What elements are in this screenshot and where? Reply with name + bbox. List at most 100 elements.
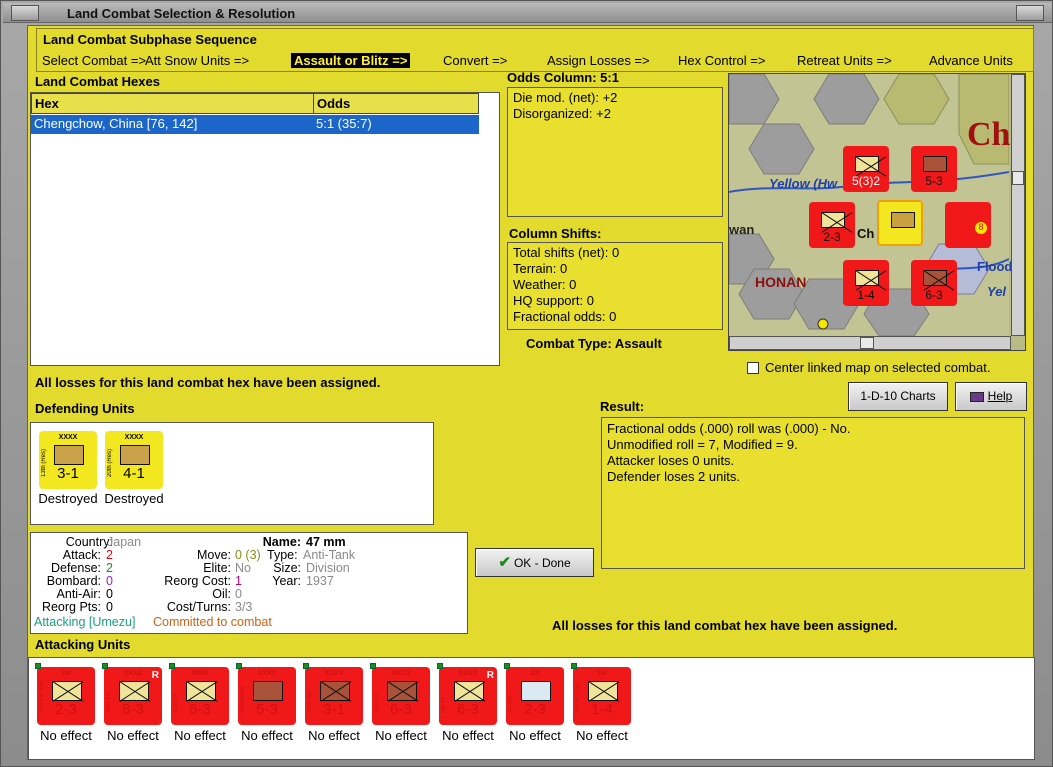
map-hscroll-thumb[interactable] <box>860 337 874 349</box>
attacker-size: XXXX <box>190 670 210 677</box>
attacker-counter[interactable]: XXXX 29th Gar 3-1 <box>303 663 363 725</box>
map-yel-label: Yel <box>987 284 1007 299</box>
window-menu-icon[interactable] <box>11 5 39 21</box>
main-panel: Land Combat Subphase Sequence Select Com… <box>27 25 1035 760</box>
phase-step[interactable]: Assault or Blitz => <box>291 53 411 68</box>
center-map-label: Center linked map on selected combat. <box>765 360 991 375</box>
attacking-units-box: XX 2nd Ind Bde 2-3 No effect XXXX 25th Inf R 8-… <box>28 657 1035 760</box>
map-wan-label: wan <box>729 222 755 237</box>
map-defender-counter[interactable] <box>877 200 923 246</box>
odds-cell: 5:1 (35:7) <box>316 116 372 131</box>
map-horizontal-scrollbar[interactable] <box>729 336 1011 350</box>
attacking-heading: Attacking Units <box>35 637 131 652</box>
window-title: Land Combat Selection & Resolution <box>67 6 296 21</box>
status-dot <box>303 663 309 669</box>
attacker-values: 6-3 <box>390 701 412 718</box>
attacker-values: 1-4 <box>591 701 613 718</box>
status-dot <box>169 663 175 669</box>
phase-step[interactable]: Att Snow Units => <box>145 53 249 68</box>
status-dot <box>571 663 577 669</box>
checkmark-icon: ✔ <box>498 554 511 571</box>
map-city-label: Ch <box>857 226 875 241</box>
odds-column-header[interactable]: Odds <box>313 93 479 114</box>
info-attacking-status: Attacking [Umezu] <box>34 615 136 629</box>
info-year-label: Year: <box>272 574 301 588</box>
phase-step[interactable]: Convert => <box>443 53 507 68</box>
ok-done-button[interactable]: ✔ OK - Done <box>475 548 594 577</box>
reserve-marker: R <box>151 670 159 681</box>
defender-status: Destroyed <box>104 491 164 506</box>
unit-type-symbol <box>521 681 551 701</box>
result-line: Defender loses 2 units. <box>607 469 740 484</box>
attacker-values: 8-3 <box>122 701 144 718</box>
window-close-icon[interactable] <box>1016 5 1044 21</box>
attacker-values: 3-1 <box>323 701 345 718</box>
unit-type-symbol <box>52 681 82 701</box>
map-unit-counter[interactable]: 8 <box>945 202 991 248</box>
unit-type-symbol <box>588 681 618 701</box>
map-flood-label: Flood <box>977 259 1013 274</box>
losses-message-top: All losses for this land combat hex have… <box>35 375 381 390</box>
attacker-counter[interactable]: XXXX 11th Inf 6-3 <box>169 663 229 725</box>
attacker-counter[interactable]: XXXX 6th Inf R 6-3 <box>437 663 497 725</box>
title-bar: Land Combat Selection & Resolution <box>3 3 1052 23</box>
attacker-counter[interactable]: XX 3rd Ind Div 1-4 <box>571 663 631 725</box>
center-map-checkbox[interactable] <box>747 362 759 374</box>
map-vertical-scrollbar[interactable] <box>1011 74 1025 336</box>
result-heading: Result: <box>600 399 645 414</box>
attacker-status: No effect <box>576 728 628 743</box>
phase-step[interactable]: Retreat Units => <box>797 53 892 68</box>
hexes-heading: Land Combat Hexes <box>35 74 160 89</box>
map-unit-counter[interactable]: 6-3 <box>911 260 957 306</box>
map-city-big-label: Ch <box>967 116 1011 153</box>
charts-button[interactable]: 1-D-10 Charts <box>848 382 948 411</box>
result-line: Attacker loses 0 units. <box>607 453 735 468</box>
phase-step[interactable]: Select Combat => <box>42 53 146 68</box>
odds-heading: Odds Column: 5:1 <box>507 70 619 85</box>
ok-done-label: OK - Done <box>513 556 571 570</box>
info-reorg-label: Reorg Pts: <box>41 600 101 614</box>
help-button[interactable]: Help <box>955 382 1027 411</box>
losses-message-bottom: All losses for this land combat hex have… <box>552 618 898 633</box>
attacker-counter[interactable]: XX 47 mm 2-3 <box>504 663 564 725</box>
odds-line: Die mod. (net): +2 <box>513 90 618 105</box>
attacker-size: XX <box>597 670 607 677</box>
mini-map[interactable]: Ch Yellow (Hw wan HONAN Ch Flood Yel 5(3… <box>728 73 1026 351</box>
map-unit-counter[interactable]: 5(3)2 <box>843 146 889 192</box>
status-dot <box>504 663 510 669</box>
map-vscroll-thumb[interactable] <box>1012 171 1024 185</box>
attacker-counter[interactable]: XXXX 23rd Inf 6-3 <box>370 663 430 725</box>
attacker-size: XX <box>61 670 71 677</box>
combat-type: Combat Type: Assault <box>526 336 662 351</box>
shift-line: Terrain: 0 <box>513 261 568 276</box>
attacker-size: XXXX <box>324 670 344 677</box>
shift-line: HQ support: 0 <box>513 293 594 308</box>
phase-step[interactable]: Hex Control => <box>678 53 765 68</box>
info-costturns: 3/3 <box>235 600 253 614</box>
map-province-label: HONAN <box>755 274 807 290</box>
unit-type-symbol <box>320 681 350 701</box>
window-frame: Land Combat Selection & Resolution Land … <box>0 0 1053 767</box>
phase-step[interactable]: Advance Units <box>929 53 1013 68</box>
hex-column-header[interactable]: Hex <box>31 93 314 114</box>
attacker-counter[interactable]: XXXX Hiroshima 5-3 <box>236 663 296 725</box>
phase-step[interactable]: Assign Losses => <box>547 53 650 68</box>
map-river-label: Yellow (Hw <box>769 176 838 191</box>
hex-row-selected[interactable]: Chengchow, China [76, 142] 5:1 (35:7) <box>31 115 479 134</box>
defender-counter-1[interactable]: XXXX 13th (Res) 3-1 <box>39 431 97 489</box>
info-committed-status: Committed to combat <box>153 615 272 629</box>
map-unit-counter[interactable]: 5-3 <box>911 146 957 192</box>
status-dot <box>35 663 41 669</box>
map-unit-counter[interactable]: 1-4 <box>843 260 889 306</box>
subphase-heading: Land Combat Subphase Sequence <box>43 32 257 47</box>
hexes-table: Hex Odds Chengchow, China [76, 142] 5:1 … <box>30 92 500 366</box>
attacker-counter[interactable]: XXXX 25th Inf R 8-3 <box>102 663 162 725</box>
shifts-box: Total shifts (net): 0 Terrain: 0 Weather… <box>507 242 723 330</box>
map-unit-counter[interactable]: 2-3 <box>809 202 855 248</box>
odds-line: Disorganized: +2 <box>513 106 611 121</box>
attacker-values: 5-3 <box>256 701 278 718</box>
shift-line: Fractional odds: 0 <box>513 309 617 324</box>
defender-counter-2[interactable]: XXXX 20th (Res) 4-1 <box>105 431 163 489</box>
attacker-size: XXXX <box>257 670 277 677</box>
attacker-counter[interactable]: XX 2nd Ind Bde 2-3 <box>35 663 95 725</box>
